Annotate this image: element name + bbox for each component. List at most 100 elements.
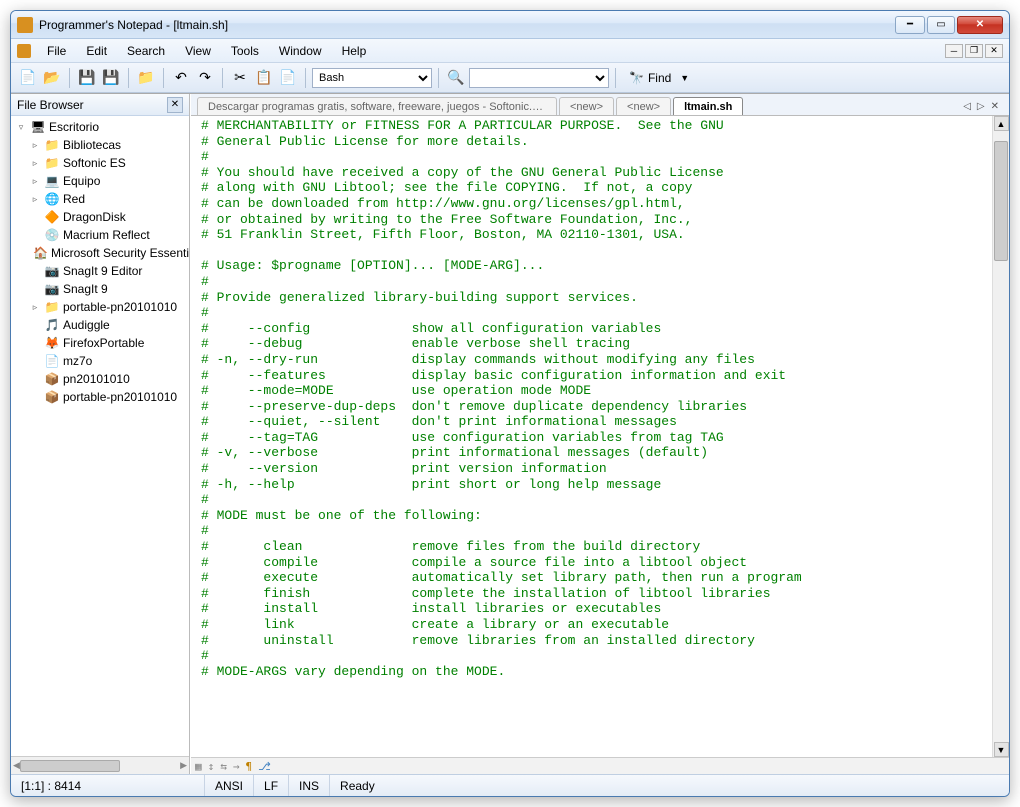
scrollbar-thumb[interactable] (20, 760, 120, 772)
tree-item[interactable]: 🎵Audiggle (11, 316, 189, 334)
item-icon: 🎵 (44, 317, 60, 333)
expand-icon[interactable]: ▹ (29, 194, 41, 205)
expand-icon[interactable]: ▹ (29, 176, 41, 187)
tree-root[interactable]: ▿ 🖥 Escritorio (11, 118, 189, 136)
bottom-btn[interactable]: ▦ (195, 760, 202, 773)
tabbar: Descargar programas gratis, software, fr… (191, 94, 1009, 116)
menu-window[interactable]: Window (269, 41, 332, 61)
menu-search[interactable]: Search (117, 41, 175, 61)
tree-item[interactable]: 📷SnagIt 9 Editor (11, 262, 189, 280)
status-encoding: ANSI (205, 775, 254, 796)
tree-item[interactable]: 📷SnagIt 9 (11, 280, 189, 298)
minimize-button[interactable]: ━ (895, 16, 925, 34)
item-icon: 🔶 (44, 209, 60, 225)
bottom-btn[interactable]: ⇆ (220, 760, 227, 773)
copy-button[interactable]: 📋 (253, 67, 275, 89)
menu-edit[interactable]: Edit (76, 41, 117, 61)
status-ready: Ready (330, 775, 1001, 796)
tree-item-label: portable-pn20101010 (63, 390, 177, 404)
mdi-minimize-button[interactable]: ─ (945, 44, 963, 58)
save-all-button[interactable]: 💾 (100, 67, 122, 89)
search-combo[interactable] (469, 68, 609, 88)
item-icon: 💿 (44, 227, 60, 243)
redo-button[interactable]: ↷ (194, 67, 216, 89)
bottom-btn[interactable]: ¶ (246, 760, 253, 773)
item-icon: 📁 (44, 155, 60, 171)
toolbar-separator (69, 68, 70, 88)
tree-item[interactable]: 🏠Microsoft Security Essenti (11, 244, 189, 262)
tree-item-label: mz7o (63, 354, 92, 368)
scroll-down-icon[interactable]: ▼ (994, 742, 1009, 757)
expand-icon[interactable]: ▹ (29, 302, 41, 313)
tree-item[interactable]: 📦pn20101010 (11, 370, 189, 388)
language-select[interactable]: Bash (312, 68, 432, 88)
item-icon: 📷 (44, 281, 60, 297)
code-editor[interactable]: # MERCHANTABILITY or FITNESS FOR A PARTI… (191, 116, 992, 757)
new-file-button[interactable]: 📄 (17, 67, 39, 89)
maximize-button[interactable]: ▭ (927, 16, 955, 34)
tree-item[interactable]: 🔶DragonDisk (11, 208, 189, 226)
undo-button[interactable]: ↶ (170, 67, 192, 89)
tab-next-icon[interactable]: ▷ (977, 101, 985, 112)
bottom-btn[interactable]: ⎇ (258, 760, 271, 773)
menu-view[interactable]: View (175, 41, 221, 61)
editor-area: Descargar programas gratis, software, fr… (190, 94, 1009, 774)
find-label: Find (648, 71, 671, 85)
find-dropdown-icon[interactable]: ▼ (680, 73, 690, 83)
scroll-up-icon[interactable]: ▲ (994, 116, 1009, 131)
bottom-btn[interactable]: ↕ (208, 760, 215, 773)
collapse-icon[interactable]: ▿ (15, 122, 27, 133)
window-title: Programmer's Notepad - [ltmain.sh] (39, 18, 895, 32)
tab-prev-icon[interactable]: ◁ (963, 101, 971, 112)
item-icon: 💻 (44, 173, 60, 189)
item-icon: 📦 (44, 389, 60, 405)
tab[interactable]: <new> (559, 97, 614, 115)
sidebar-title: File Browser (17, 98, 84, 112)
find-button[interactable]: 🔭 Find (622, 68, 678, 88)
tab[interactable]: <new> (616, 97, 671, 115)
bottom-btn[interactable]: → (233, 760, 240, 773)
tree-item[interactable]: 📄mz7o (11, 352, 189, 370)
tree-item[interactable]: ▹📁Bibliotecas (11, 136, 189, 154)
save-button[interactable]: 💾 (76, 67, 98, 89)
titlebar[interactable]: Programmer's Notepad - [ltmain.sh] ━ ▭ ✕ (11, 11, 1009, 39)
tree-item-label: portable-pn20101010 (63, 300, 177, 314)
open-folder-button[interactable]: 📁 (135, 67, 157, 89)
close-button[interactable]: ✕ (957, 16, 1003, 34)
vertical-scrollbar[interactable]: ▲ ▼ (992, 116, 1009, 757)
tab[interactable]: Descargar programas gratis, software, fr… (197, 97, 557, 115)
cut-button[interactable]: ✂ (229, 67, 251, 89)
tree-item[interactable]: 🦊FirefoxPortable (11, 334, 189, 352)
mdi-restore-button[interactable]: ❐ (965, 44, 983, 58)
tree-item[interactable]: 💿Macrium Reflect (11, 226, 189, 244)
open-file-button[interactable]: 📂 (41, 67, 63, 89)
expand-icon[interactable]: ▹ (29, 140, 41, 151)
status-insert-mode: INS (289, 775, 330, 796)
tab[interactable]: ltmain.sh (673, 97, 743, 115)
tree-item[interactable]: ▹📁portable-pn20101010 (11, 298, 189, 316)
sidebar-header: File Browser ✕ (11, 94, 189, 116)
tab-close-icon[interactable]: ✕ (991, 101, 999, 112)
expand-icon[interactable]: ▹ (29, 158, 41, 169)
sidebar-scrollbar[interactable]: ◀ ▶ (11, 756, 189, 774)
status-line-ending: LF (254, 775, 289, 796)
toolbar-separator (163, 68, 164, 88)
tree-item[interactable]: ▹💻Equipo (11, 172, 189, 190)
item-icon: 📷 (44, 263, 60, 279)
menu-tools[interactable]: Tools (221, 41, 269, 61)
menu-help[interactable]: Help (332, 41, 377, 61)
toolbar-separator (615, 68, 616, 88)
tree-item-label: Equipo (63, 174, 100, 188)
menu-file[interactable]: File (37, 41, 76, 61)
item-icon: 🌐 (44, 191, 60, 207)
find-in-files-button[interactable]: 🔍 (445, 67, 467, 89)
tree-item-label: Audiggle (63, 318, 110, 332)
paste-button[interactable]: 📄 (277, 67, 299, 89)
tree-item[interactable]: ▹📁Softonic ES (11, 154, 189, 172)
mdi-close-button[interactable]: ✕ (985, 44, 1003, 58)
scrollbar-thumb[interactable] (994, 141, 1008, 261)
tree-item[interactable]: ▹🌐Red (11, 190, 189, 208)
item-icon: 🏠 (33, 245, 48, 261)
sidebar-close-button[interactable]: ✕ (167, 97, 183, 113)
tree-item[interactable]: 📦portable-pn20101010 (11, 388, 189, 406)
